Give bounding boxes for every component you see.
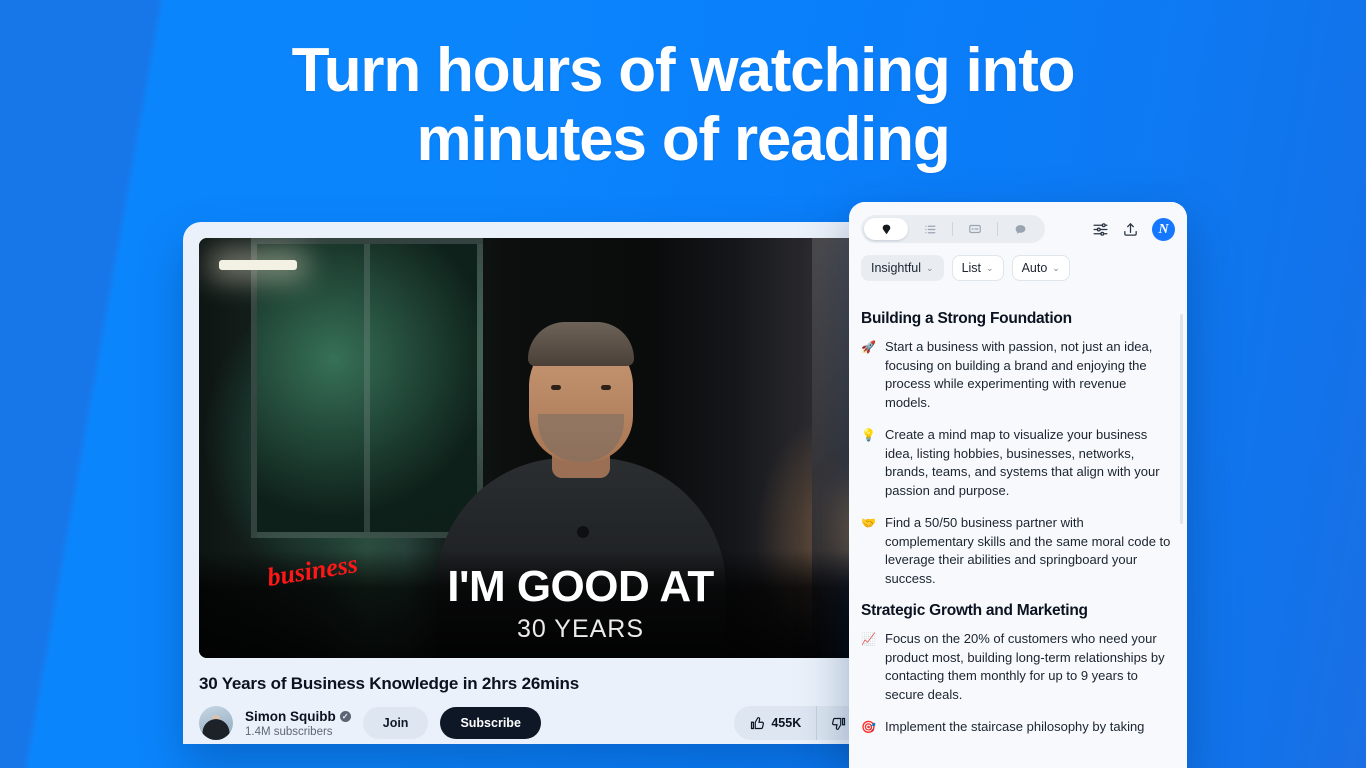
list-item: 🚀 Start a business with passion, not jus… [861, 338, 1173, 412]
thumbs-down-icon [832, 717, 846, 730]
gem-icon [882, 224, 890, 234]
video-thumbnail[interactable]: business one th I'M GOOD AT 30 YEARS [199, 238, 962, 658]
tab-transcript[interactable] [908, 218, 952, 240]
list-icon [924, 225, 935, 233]
scrollbar[interactable] [1180, 314, 1183, 524]
upload-icon[interactable] [1122, 221, 1139, 238]
channel-name: Simon Squibb [245, 708, 336, 724]
video-title: 30 Years of Business Knowledge in 2hrs 2… [199, 674, 579, 693]
subscribe-button[interactable]: Subscribe [440, 707, 541, 739]
thumbnail-headline: I'M GOOD AT [447, 562, 714, 611]
summary-filter-pills: Insightful ⌄ List ⌄ Auto ⌄ [849, 243, 1187, 281]
list-item-text: Find a 50/50 business partner with compl… [885, 515, 1171, 586]
lightbulb-emoji-icon: 💡 [861, 428, 876, 442]
subscriber-count: 1.4M subscribers [245, 725, 333, 738]
sliders-icon[interactable] [1092, 221, 1109, 238]
list-item-text: Focus on the 20% of customers who need y… [885, 631, 1165, 702]
chart-increasing-emoji-icon: 📈 [861, 632, 876, 646]
like-count: 455K [771, 716, 802, 730]
thumbnail-subheadline: 30 YEARS [516, 615, 645, 643]
list-item-text: Start a business with passion, not just … [885, 339, 1153, 410]
list-item: 🎯 Implement the staircase philosophy by … [861, 718, 1173, 737]
filter-format[interactable]: List ⌄ [951, 255, 1004, 281]
channel-info: Simon Squibb ✓ 1.4M subscribers [245, 709, 351, 738]
list-item: 📈 Focus on the 20% of customers who need… [861, 630, 1173, 704]
chat-bubble-icon [1015, 224, 1025, 234]
toolbar-right-actions: N [1092, 215, 1175, 241]
section-heading: Building a Strong Foundation [861, 310, 1072, 327]
thumbs-up-icon [751, 716, 765, 729]
verified-badge-icon: ✓ [339, 710, 351, 722]
chevron-down-icon: ⌄ [986, 262, 994, 273]
list-item: 💡 Create a mind map to visualize your bu… [861, 426, 1173, 500]
chevron-down-icon: ⌄ [926, 262, 934, 273]
section-heading: Strategic Growth and Marketing [861, 602, 1088, 619]
like-dislike-group: 455K [734, 706, 863, 740]
avatar[interactable] [199, 706, 233, 740]
summary-tab-group [861, 215, 1045, 243]
headline-line-1: Turn hours of watching into [291, 36, 1076, 105]
app-logo-icon[interactable]: N [1152, 218, 1175, 241]
video-meta: 30 Years of Business Knowledge in 2hrs 2… [199, 674, 962, 740]
tab-insights[interactable] [864, 218, 908, 240]
headline-line-2: minutes of reading [416, 105, 950, 175]
ceiling-light-decor [219, 260, 297, 270]
filter-format-label: List [961, 261, 982, 275]
channel-row: Simon Squibb ✓ 1.4M subscribers Join Sub… [199, 706, 962, 740]
join-button[interactable]: Join [362, 707, 429, 739]
filter-language-label: Auto [1021, 261, 1048, 275]
card-icon [969, 224, 981, 234]
list-item: 🤝 Find a 50/50 business partner with com… [861, 514, 1173, 588]
summary-toolbar: N [849, 202, 1187, 243]
page-headline: Turn hours of watching into minutes of r… [0, 36, 1366, 175]
channel-name-wrap[interactable]: Simon Squibb ✓ [245, 709, 351, 724]
summary-content[interactable]: Building a Strong Foundation 🚀 Start a b… [849, 298, 1187, 768]
like-button[interactable]: 455K [734, 706, 816, 740]
rocket-emoji-icon: 🚀 [861, 340, 876, 354]
summary-panel: N Insightful ⌄ List ⌄ Auto ⌄ Building a … [849, 202, 1187, 768]
tab-chat[interactable] [998, 218, 1042, 240]
handshake-emoji-icon: 🤝 [861, 516, 876, 530]
list-item-text: Create a mind map to visualize your busi… [885, 427, 1160, 498]
dart-emoji-icon: 🎯 [861, 720, 876, 734]
chevron-down-icon: ⌄ [1052, 262, 1060, 273]
filter-tone[interactable]: Insightful ⌄ [861, 255, 944, 281]
tab-cards[interactable] [953, 218, 997, 240]
list-item-text: Implement the staircase philosophy by ta… [885, 719, 1145, 734]
filter-tone-label: Insightful [871, 261, 922, 275]
filter-language[interactable]: Auto ⌄ [1011, 255, 1070, 281]
